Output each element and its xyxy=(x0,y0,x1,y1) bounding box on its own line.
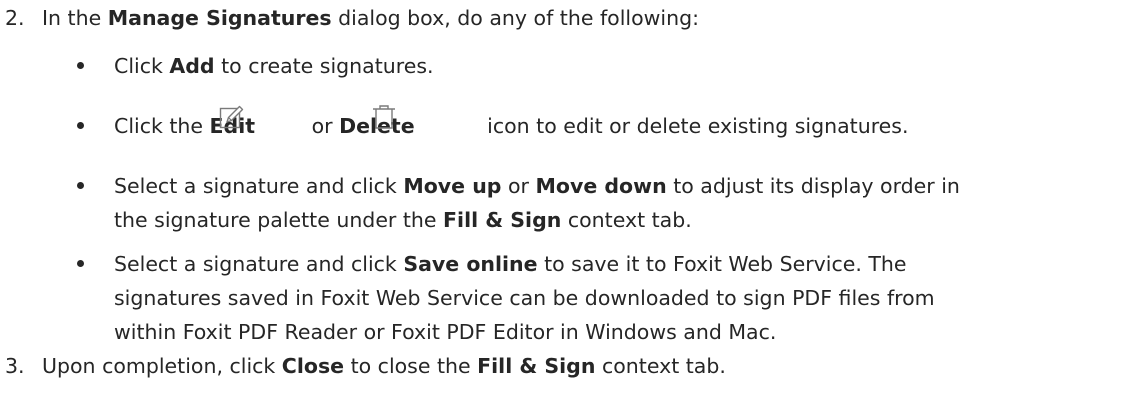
bold-term: Close xyxy=(281,354,345,378)
bold-term: Move up xyxy=(403,174,502,198)
bullet-text-cont: within Foxit PDF Reader or Foxit PDF Edi… xyxy=(114,318,776,346)
text-run: Click xyxy=(114,54,170,78)
delete-icon xyxy=(373,105,395,129)
bullet xyxy=(77,182,84,189)
bold-term: Add xyxy=(169,54,215,78)
edit-icon xyxy=(219,105,244,129)
text-run: Click the xyxy=(114,114,210,138)
text-run: Select a signature and click xyxy=(114,252,404,276)
text-run: Select a signature and click xyxy=(114,174,404,198)
text-run: the signature palette under the xyxy=(114,208,444,232)
text-run: context tab. xyxy=(595,354,726,378)
step-number: 2. xyxy=(5,6,25,30)
step-text: Upon completion, click Close to close th… xyxy=(42,352,726,380)
bullet xyxy=(77,260,84,267)
bullet-text-cont: the signature palette under the Fill & S… xyxy=(114,206,692,234)
text-run: to close the xyxy=(344,354,478,378)
bullet xyxy=(77,122,84,129)
text-run: signatures saved in Foxit Web Service ca… xyxy=(114,286,935,310)
text-run: Upon completion, click xyxy=(42,354,282,378)
text-run: or xyxy=(501,174,536,198)
step-number: 3. xyxy=(5,354,25,378)
bullet-text-cont: signatures saved in Foxit Web Service ca… xyxy=(114,284,935,312)
text-run: In the xyxy=(42,6,108,30)
bold-term: Fill & Sign xyxy=(443,208,562,232)
text-run: within Foxit PDF Reader or Foxit PDF Edi… xyxy=(114,320,777,344)
bullet-text: Click Add to create signatures. xyxy=(114,52,434,80)
text-run: to adjust its display order in xyxy=(666,174,960,198)
bold-term: Move down xyxy=(535,174,667,198)
text-run: context tab. xyxy=(561,208,692,232)
text-run: to create signatures. xyxy=(214,54,434,78)
bullet-text: Select a signature and click Move up or … xyxy=(114,172,960,200)
bullet-text: Select a signature and click Save online… xyxy=(114,250,907,278)
text-run: to save it to Foxit Web Service. The xyxy=(537,252,907,276)
bold-term: Manage Signatures xyxy=(107,6,332,30)
bold-term: Fill & Sign xyxy=(477,354,596,378)
bullet xyxy=(77,62,84,69)
step-text: In the Manage Signatures dialog box, do … xyxy=(42,4,699,32)
text-run: or xyxy=(305,114,340,138)
text-run: dialog box, do any of the following: xyxy=(331,6,700,30)
text-run: icon to edit or delete existing signatur… xyxy=(480,114,909,138)
bold-term: Save online xyxy=(403,252,538,276)
